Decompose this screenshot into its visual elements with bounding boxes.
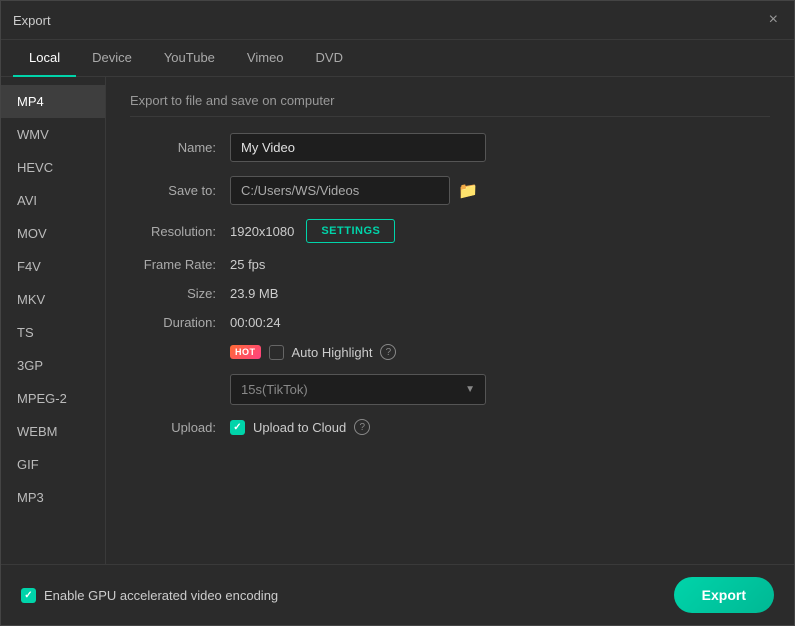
tab-device[interactable]: Device — [76, 40, 148, 77]
gpu-label: Enable GPU accelerated video encoding — [44, 588, 278, 603]
window-title: Export — [13, 13, 51, 28]
duration-label: Duration: — [130, 315, 230, 330]
upload-help-icon[interactable]: ? — [354, 419, 370, 435]
title-bar: Export × — [1, 1, 794, 40]
size-label: Size: — [130, 286, 230, 301]
main-panel: Export to file and save on computer Name… — [106, 77, 794, 564]
dropdown-arrow-icon: ▼ — [465, 384, 475, 395]
resolution-row: Resolution: 1920x1080 SETTINGS — [130, 219, 770, 243]
folder-icon[interactable]: 📁 — [458, 181, 478, 201]
name-row: Name: — [130, 133, 770, 162]
sidebar-item-wmv[interactable]: WMV — [1, 118, 105, 151]
dropdown-row: 15s(TikTok) ▼ — [230, 374, 770, 405]
dropdown-value: 15s(TikTok) — [241, 382, 308, 397]
auto-highlight-checkbox-row: HOT Auto Highlight ? — [230, 344, 396, 360]
export-button[interactable]: Export — [674, 577, 774, 613]
sidebar-item-mp4[interactable]: MP4 — [1, 85, 105, 118]
sidebar-item-mpeg2[interactable]: MPEG-2 — [1, 382, 105, 415]
auto-highlight-row: HOT Auto Highlight ? — [130, 344, 770, 360]
sidebar-item-hevc[interactable]: HEVC — [1, 151, 105, 184]
save-to-label: Save to: — [130, 183, 230, 198]
size-value: 23.9 MB — [230, 286, 278, 301]
hot-badge: HOT — [230, 345, 261, 359]
format-sidebar: MP4 WMV HEVC AVI MOV F4V MKV TS 3GP MPEG… — [1, 77, 106, 564]
name-label: Name: — [130, 140, 230, 155]
gpu-row: ✓ Enable GPU accelerated video encoding — [21, 588, 278, 603]
frame-rate-label: Frame Rate: — [130, 257, 230, 272]
resolution-label: Resolution: — [130, 224, 230, 239]
upload-checkbox-row: ✓ Upload to Cloud ? — [230, 419, 370, 435]
save-path-input[interactable] — [230, 176, 450, 205]
gpu-checkbox[interactable]: ✓ — [21, 588, 36, 603]
upload-to-cloud-label: Upload to Cloud — [253, 420, 346, 435]
settings-button[interactable]: SETTINGS — [306, 219, 395, 243]
tab-bar: Local Device YouTube Vimeo DVD — [1, 40, 794, 77]
resolution-value: 1920x1080 — [230, 224, 294, 239]
content-area: MP4 WMV HEVC AVI MOV F4V MKV TS 3GP MPEG… — [1, 77, 794, 564]
sidebar-item-ts[interactable]: TS — [1, 316, 105, 349]
frame-rate-row: Frame Rate: 25 fps — [130, 257, 770, 272]
upload-cloud-checkbox[interactable]: ✓ — [230, 420, 245, 435]
gpu-check-icon: ✓ — [24, 590, 32, 601]
auto-highlight-help-icon[interactable]: ? — [380, 344, 396, 360]
tab-youtube[interactable]: YouTube — [148, 40, 231, 77]
section-title: Export to file and save on computer — [130, 93, 770, 117]
name-input[interactable] — [230, 133, 486, 162]
tiktok-dropdown[interactable]: 15s(TikTok) ▼ — [230, 374, 486, 405]
sidebar-item-3gp[interactable]: 3GP — [1, 349, 105, 382]
frame-rate-value: 25 fps — [230, 257, 265, 272]
upload-label: Upload: — [130, 420, 230, 435]
close-button[interactable]: × — [765, 9, 782, 31]
bottom-bar: ✓ Enable GPU accelerated video encoding … — [1, 564, 794, 625]
sidebar-item-webm[interactable]: WEBM — [1, 415, 105, 448]
sidebar-item-mkv[interactable]: MKV — [1, 283, 105, 316]
path-row: 📁 — [230, 176, 478, 205]
tab-dvd[interactable]: DVD — [300, 40, 359, 77]
tab-local[interactable]: Local — [13, 40, 76, 77]
sidebar-item-mov[interactable]: MOV — [1, 217, 105, 250]
tab-vimeo[interactable]: Vimeo — [231, 40, 300, 77]
sidebar-item-mp3[interactable]: MP3 — [1, 481, 105, 514]
auto-highlight-checkbox[interactable] — [269, 345, 284, 360]
duration-row: Duration: 00:00:24 — [130, 315, 770, 330]
auto-highlight-label: Auto Highlight — [292, 345, 373, 360]
resolution-row-inner: 1920x1080 SETTINGS — [230, 219, 395, 243]
sidebar-item-avi[interactable]: AVI — [1, 184, 105, 217]
duration-value: 00:00:24 — [230, 315, 281, 330]
sidebar-item-f4v[interactable]: F4V — [1, 250, 105, 283]
export-window: Export × Local Device YouTube Vimeo DVD … — [0, 0, 795, 626]
save-to-row: Save to: 📁 — [130, 176, 770, 205]
size-row: Size: 23.9 MB — [130, 286, 770, 301]
upload-row: Upload: ✓ Upload to Cloud ? — [130, 419, 770, 435]
sidebar-item-gif[interactable]: GIF — [1, 448, 105, 481]
upload-check-icon: ✓ — [233, 422, 241, 433]
